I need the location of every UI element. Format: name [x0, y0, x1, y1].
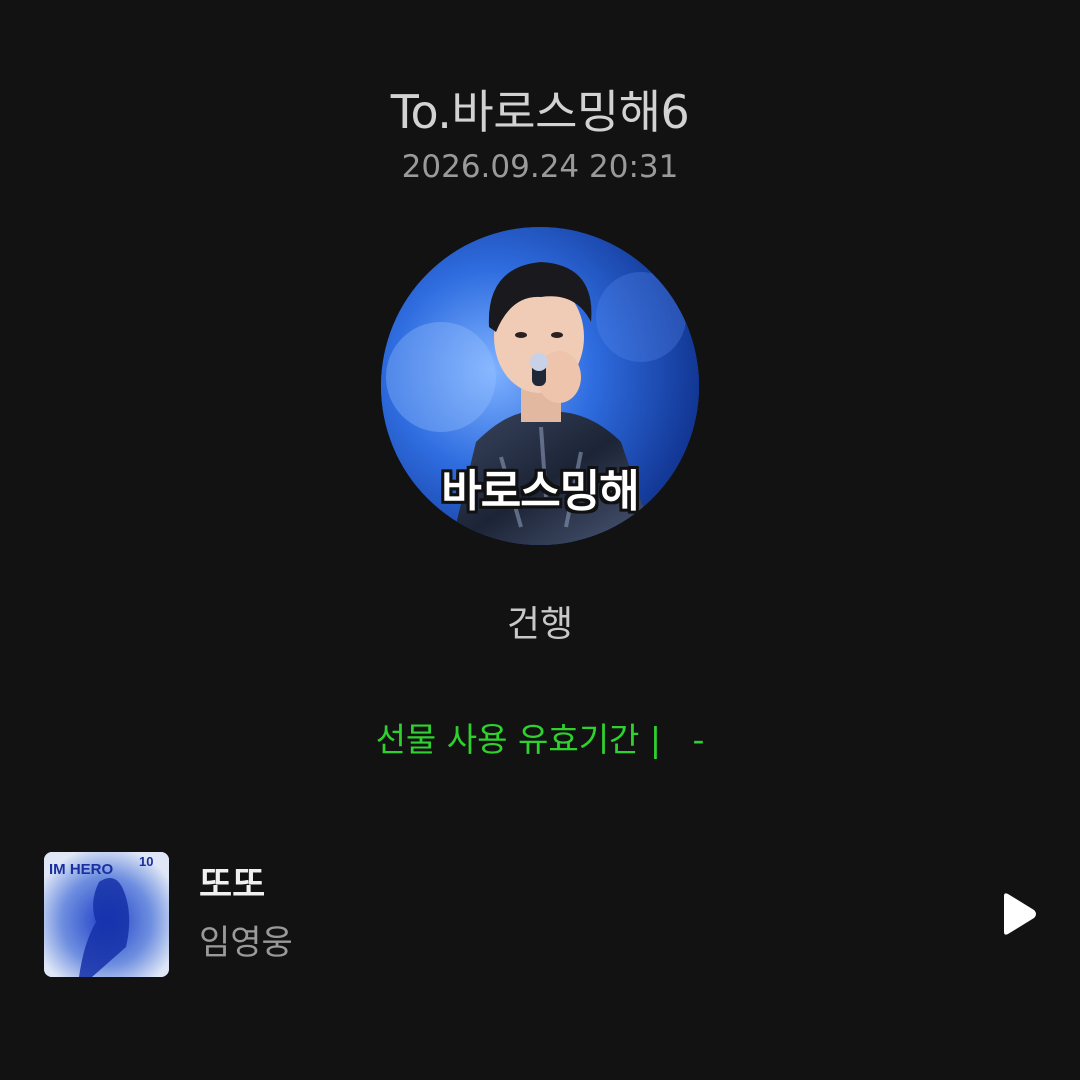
- album-title-text: IM HERO: [49, 861, 114, 878]
- track-artist: 임영웅: [199, 923, 293, 963]
- sent-timestamp: 2026.09.24 20:31: [401, 149, 679, 185]
- album-art: IM HERO 10: [44, 852, 169, 977]
- play-icon: [1004, 893, 1036, 935]
- play-button[interactable]: [994, 890, 1042, 938]
- track-title: 또또: [199, 864, 266, 905]
- avatar-caption: 바로스밍해: [441, 466, 639, 517]
- page-title: To.바로스밍해6: [390, 85, 690, 139]
- album-number-text: 10: [139, 854, 153, 869]
- gift-detail-screen: To.바로스밍해6 2026.09.24 20:31 바로스밍해 건행 선물 사…: [0, 0, 1080, 1080]
- track-row[interactable]: IM HERO 10 또또 임영웅: [44, 852, 1044, 978]
- avatar: 바로스밍해: [381, 227, 699, 545]
- gift-validity-period: 선물 사용 유효기간 | -: [375, 720, 705, 759]
- sender-name: 건행: [506, 604, 574, 645]
